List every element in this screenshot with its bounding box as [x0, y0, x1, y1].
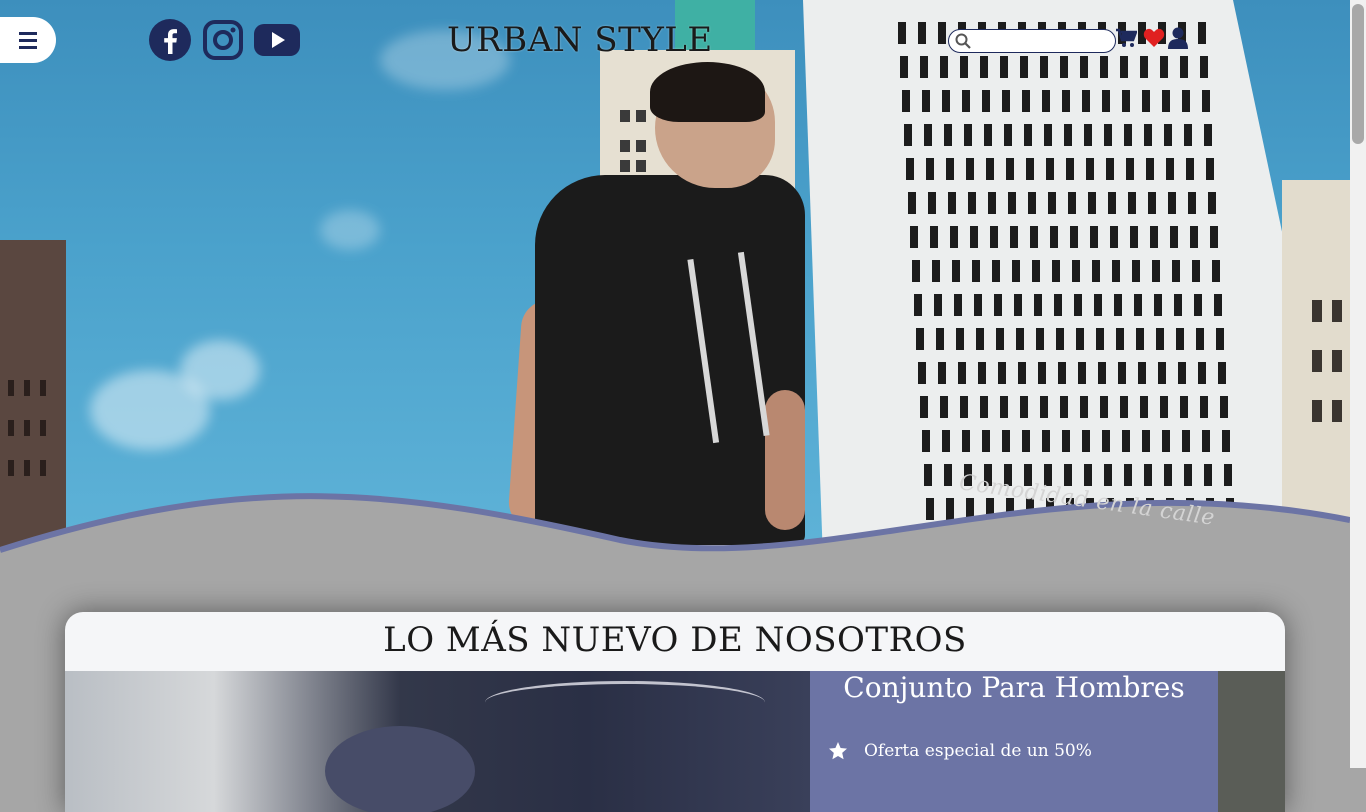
hamburger-icon [19, 30, 37, 51]
hero-banner: Comodidad en la calle [0, 0, 1350, 560]
search-input[interactable] [973, 32, 1111, 50]
cloud [180, 340, 260, 400]
cloud [320, 210, 380, 250]
user-icon [1168, 27, 1188, 49]
product-image[interactable] [65, 671, 810, 812]
section-title: LO MÁS NUEVO DE NOSOTROS [383, 620, 967, 660]
star-icon [829, 742, 847, 760]
offer-text: Oferta especial de un 50% [864, 741, 1092, 761]
facebook-icon [149, 19, 191, 61]
wishlist-button[interactable] [1142, 26, 1166, 50]
facebook-link[interactable] [148, 18, 192, 62]
product-info-panel: Conjunto Para Hombres Oferta especial de… [810, 671, 1218, 812]
cart-button[interactable] [1114, 26, 1138, 50]
instagram-link[interactable] [202, 18, 244, 62]
youtube-icon [254, 24, 300, 56]
product-thumb-edge [1218, 671, 1285, 812]
search-icon[interactable] [955, 33, 971, 49]
search-box [948, 29, 1116, 53]
account-button[interactable] [1166, 26, 1190, 50]
cart-icon [1116, 28, 1137, 47]
new-arrivals-card: LO MÁS NUEVO DE NOSOTROS Conjunto Para H… [65, 612, 1285, 812]
office-building [803, 0, 1343, 560]
offer-line: Oferta especial de un 50% [828, 741, 1092, 761]
heart-icon [1143, 28, 1165, 47]
instagram-icon [203, 20, 243, 60]
product-name[interactable]: Conjunto Para Hombres [810, 671, 1218, 704]
brand-logo[interactable]: URBAN STYLE [447, 20, 713, 60]
page-scrollbar[interactable] [1350, 0, 1366, 768]
youtube-link[interactable] [253, 18, 301, 62]
scroll-thumb[interactable] [1352, 4, 1364, 144]
menu-button[interactable] [0, 17, 56, 63]
